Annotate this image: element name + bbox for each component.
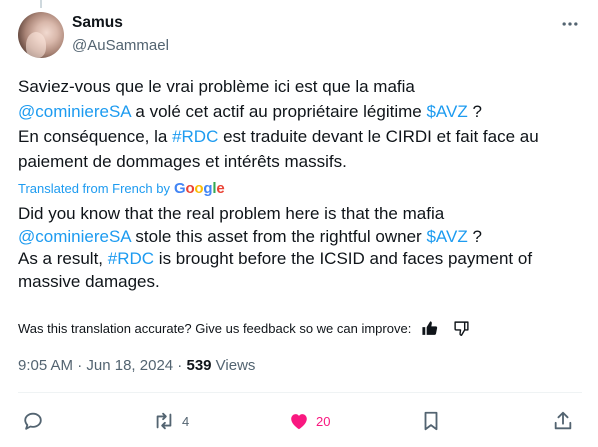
text-segment: a volé cet actif au propriétaire légitim… bbox=[130, 102, 427, 121]
views-label: Views bbox=[211, 357, 256, 374]
thumbs-up-button[interactable] bbox=[419, 318, 439, 338]
google-logo: Google bbox=[173, 180, 225, 197]
share-icon bbox=[554, 411, 572, 430]
thumbs-down-button[interactable] bbox=[451, 318, 471, 338]
text-segment: ? bbox=[467, 102, 482, 121]
hashtag-link[interactable]: #RDC bbox=[108, 249, 154, 268]
mention-link[interactable]: @cominiereSA bbox=[18, 102, 131, 121]
more-icon bbox=[562, 22, 578, 26]
tweet-date[interactable]: Jun 18, 2024 bbox=[86, 357, 173, 374]
translated-label: Translated from French by bbox=[18, 181, 170, 196]
retweet-icon bbox=[156, 412, 172, 430]
more-button[interactable] bbox=[558, 12, 582, 36]
divider bbox=[18, 392, 582, 393]
text-segment: Saviez-vous que le vrai problème ici est… bbox=[18, 77, 415, 96]
translated-text: Did you know that the real problem here … bbox=[18, 203, 582, 293]
mention-link[interactable]: @cominiereSA bbox=[18, 227, 131, 246]
meta-separator: · bbox=[173, 357, 187, 374]
author-name[interactable]: Samus bbox=[72, 14, 123, 32]
text-segment: ? bbox=[467, 226, 482, 246]
tweet-time[interactable]: 9:05 AM bbox=[18, 357, 73, 374]
cashtag-link[interactable]: $AVZ bbox=[426, 102, 467, 121]
text-segment: As a result, bbox=[18, 249, 108, 268]
heart-icon bbox=[291, 414, 307, 430]
like-button[interactable]: 20 bbox=[288, 406, 330, 436]
views-count: 539 bbox=[186, 357, 212, 374]
text-segment: En conséquence, la bbox=[18, 127, 173, 146]
author-handle[interactable]: @AuSammael bbox=[72, 37, 169, 54]
cashtag-link[interactable]: $AVZ bbox=[426, 227, 467, 246]
translation-feedback: Was this translation accurate? Give us f… bbox=[18, 318, 471, 338]
action-bar: 4 20 bbox=[18, 406, 582, 436]
tweet-meta: 9:05 AM · Jun 18, 2024 · 539 Views bbox=[18, 357, 255, 374]
bookmark-button[interactable] bbox=[420, 406, 442, 436]
thumbs-up-icon bbox=[422, 320, 437, 335]
text-segment: stole this asset from the rightful owner bbox=[130, 226, 427, 246]
retweet-count: 4 bbox=[182, 413, 190, 429]
feedback-prompt: Was this translation accurate? Give us f… bbox=[18, 320, 412, 336]
hashtag-link[interactable]: #RDC bbox=[172, 127, 218, 146]
share-button[interactable] bbox=[552, 406, 574, 436]
like-count: 20 bbox=[316, 413, 331, 429]
thumbs-down-icon bbox=[454, 320, 469, 336]
reply-icon bbox=[24, 412, 42, 430]
translated-by-link[interactable]: Translated from French by Google bbox=[18, 180, 225, 197]
retweet-button[interactable]: 4 bbox=[152, 406, 189, 436]
tweet-text: Saviez-vous que le vrai problème ici est… bbox=[18, 74, 582, 174]
bookmark-icon bbox=[424, 411, 438, 431]
reply-button[interactable] bbox=[22, 406, 44, 436]
thread-line bbox=[40, 0, 42, 8]
avatar[interactable] bbox=[18, 12, 64, 58]
text-segment: Did you know that the real problem here … bbox=[18, 204, 445, 223]
meta-separator: · bbox=[73, 357, 87, 374]
